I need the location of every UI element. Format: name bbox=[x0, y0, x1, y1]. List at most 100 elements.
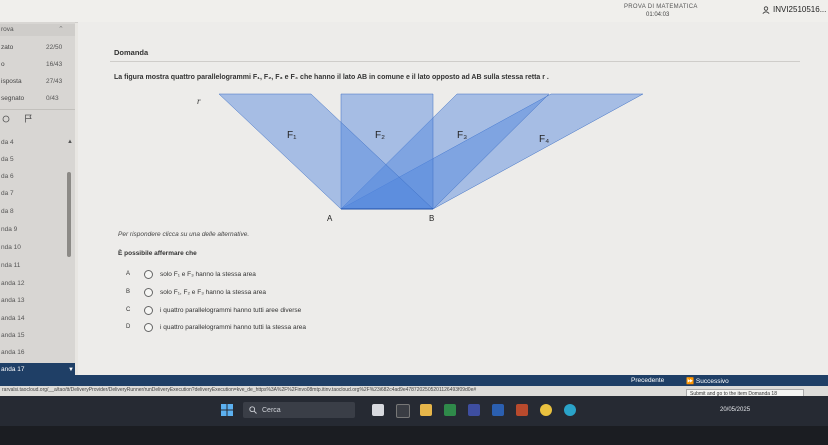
sidebar-item-label: da 7 bbox=[1, 190, 14, 197]
chrome-icon[interactable] bbox=[540, 404, 552, 416]
scroll-down-icon[interactable]: ▼ bbox=[68, 367, 74, 373]
answer-option-a[interactable]: A solo F₁ e F₃ hanno la stessa area bbox=[126, 267, 256, 281]
sidebar-item-question[interactable]: anda 14 bbox=[0, 312, 67, 327]
stat-value: 22/50 bbox=[46, 44, 63, 51]
sidebar-section-label: rova bbox=[1, 26, 14, 33]
option-letter: A bbox=[126, 271, 131, 277]
scroll-up-icon[interactable]: ▲ bbox=[67, 139, 73, 145]
sidebar-item-label: anda 13 bbox=[1, 297, 25, 304]
exam-header: PROVA DI MATEMATICA 01:04:03 INVI2510516… bbox=[0, 0, 828, 23]
sidebar-item-label: nda 10 bbox=[1, 244, 21, 251]
sidebar-item-question[interactable]: anda 13 bbox=[0, 294, 67, 309]
excel-icon[interactable] bbox=[444, 404, 456, 416]
stat-label: o bbox=[1, 61, 5, 68]
windows-taskbar: Cerca bbox=[0, 396, 828, 426]
option-radio[interactable] bbox=[144, 287, 153, 297]
info-icon[interactable] bbox=[2, 115, 10, 123]
previous-label: Precedente bbox=[631, 377, 665, 384]
sidebar-section-header[interactable]: rova ⌃ bbox=[0, 24, 75, 36]
sidebar-item-question[interactable]: anda 12 bbox=[0, 277, 67, 292]
option-text: solo F₁, F₂ e F₃ hanno la stessa area bbox=[160, 288, 266, 296]
stat-value: 0/43 bbox=[46, 95, 59, 102]
option-text: solo F₁ e F₃ hanno la stessa area bbox=[160, 270, 256, 278]
sidebar-item-question[interactable]: nda 11 bbox=[0, 259, 67, 274]
stat-label: isposta bbox=[1, 78, 22, 85]
user-id: INVI2510516... bbox=[773, 5, 827, 14]
sidebar-item-label: nda 9 bbox=[1, 226, 18, 233]
option-letter: C bbox=[126, 307, 131, 313]
option-text: i quattro parallelogrammi hanno tutti ar… bbox=[160, 306, 302, 314]
search-icon bbox=[249, 406, 257, 414]
label-b: B bbox=[429, 214, 434, 223]
task-view-icon[interactable] bbox=[372, 404, 384, 416]
option-letter: B bbox=[126, 289, 131, 295]
answer-option-d[interactable]: D i quattro parallelogrammi hanno tutti … bbox=[126, 320, 306, 334]
question-prompt: È possibile affermare che bbox=[118, 250, 197, 257]
option-letter: D bbox=[126, 324, 131, 330]
sidebar-item-question[interactable]: da 8 bbox=[0, 205, 67, 220]
sidebar-item-label: nda 11 bbox=[1, 262, 21, 269]
fast-forward-icon: ⏩ bbox=[686, 378, 695, 385]
stat-answered: isposta 27/43 bbox=[0, 74, 75, 90]
sidebar-item-label: da 5 bbox=[1, 156, 14, 163]
sidebar-item-question[interactable]: anda 15 bbox=[0, 329, 67, 344]
edge-icon[interactable] bbox=[564, 404, 576, 416]
stat-label: segnato bbox=[1, 95, 25, 102]
question-panel: Domanda La figura mostra quattro paralle… bbox=[78, 22, 828, 375]
sidebar-item-label: anda 17 bbox=[1, 366, 25, 373]
stat-value: 16/43 bbox=[46, 61, 63, 68]
file-explorer-icon[interactable] bbox=[420, 404, 432, 416]
windows-start-icon[interactable] bbox=[221, 404, 233, 416]
sidebar-item-question[interactable]: da 7 bbox=[0, 187, 67, 202]
stat-value: 27/43 bbox=[46, 78, 63, 85]
label-f3: F₃ bbox=[457, 130, 467, 141]
stat-label: zato bbox=[1, 44, 14, 51]
label-r: r bbox=[197, 96, 201, 106]
sidebar-item-question[interactable]: da 5 bbox=[0, 153, 67, 168]
sidebar-item-question[interactable]: nda 10 bbox=[0, 241, 67, 256]
flag-icon[interactable] bbox=[24, 114, 33, 123]
label-a: A bbox=[327, 214, 333, 223]
question-title: Domanda bbox=[114, 48, 149, 57]
label-f4: F₄ bbox=[539, 134, 549, 145]
status-url: rarvalsi.taocloud.org/__a/tao/tt/Deliver… bbox=[2, 387, 477, 393]
user-icon bbox=[762, 5, 770, 14]
powerpoint-icon[interactable] bbox=[516, 404, 528, 416]
exam-timer: 01:04:03 bbox=[646, 12, 670, 18]
sidebar-scrollbar[interactable] bbox=[67, 172, 71, 257]
next-label: Successivo bbox=[695, 378, 729, 385]
sidebar-item-label: anda 16 bbox=[1, 349, 25, 356]
word-icon[interactable] bbox=[492, 404, 504, 416]
teams-icon[interactable] bbox=[468, 404, 480, 416]
answer-option-b[interactable]: B solo F₁, F₂ e F₃ hanno la stessa area bbox=[126, 285, 266, 299]
sidebar-item-label: anda 14 bbox=[1, 315, 25, 322]
next-button[interactable]: ⏩ Successivo bbox=[682, 375, 733, 386]
answer-instruction: Per rispondere clicca su una delle alter… bbox=[118, 231, 250, 238]
stat-unanswered: o 16/43 bbox=[0, 57, 75, 73]
exam-title: PROVA DI MATEMATICA bbox=[624, 4, 698, 10]
stat-viewed: zato 22/50 bbox=[0, 40, 75, 56]
user-menu[interactable]: INVI2510516... ⌄ bbox=[762, 5, 828, 14]
sidebar-item-question[interactable]: da 4 bbox=[0, 136, 67, 151]
question-sidebar: rova ⌃ zato 22/50 o 16/43 isposta 27/43 … bbox=[0, 22, 75, 375]
desk-surface bbox=[0, 426, 828, 445]
sidebar-item-label: anda 15 bbox=[1, 332, 25, 339]
sidebar-item-label: anda 12 bbox=[1, 280, 25, 287]
app-icon[interactable] bbox=[396, 404, 410, 418]
previous-button[interactable]: Precedente bbox=[627, 375, 668, 386]
sidebar-item-label: da 8 bbox=[1, 208, 14, 215]
answer-option-c[interactable]: C i quattro parallelogrammi hanno tutti … bbox=[126, 303, 301, 317]
option-radio[interactable] bbox=[144, 322, 153, 332]
option-radio[interactable] bbox=[144, 305, 153, 315]
sidebar-item-label: da 4 bbox=[1, 139, 14, 146]
sidebar-item-current-question[interactable]: anda 17 bbox=[0, 363, 75, 375]
sidebar-item-question[interactable]: nda 9 bbox=[0, 223, 67, 238]
taskbar-search[interactable]: Cerca bbox=[243, 402, 355, 418]
label-f2: F₂ bbox=[375, 130, 385, 141]
sidebar-item-question[interactable]: da 6 bbox=[0, 170, 67, 185]
option-radio[interactable] bbox=[144, 269, 153, 279]
title-divider bbox=[110, 61, 800, 62]
sidebar-item-question[interactable]: anda 16 bbox=[0, 346, 67, 361]
label-f1: F₁ bbox=[287, 130, 297, 141]
chevron-up-icon: ⌃ bbox=[58, 26, 64, 33]
